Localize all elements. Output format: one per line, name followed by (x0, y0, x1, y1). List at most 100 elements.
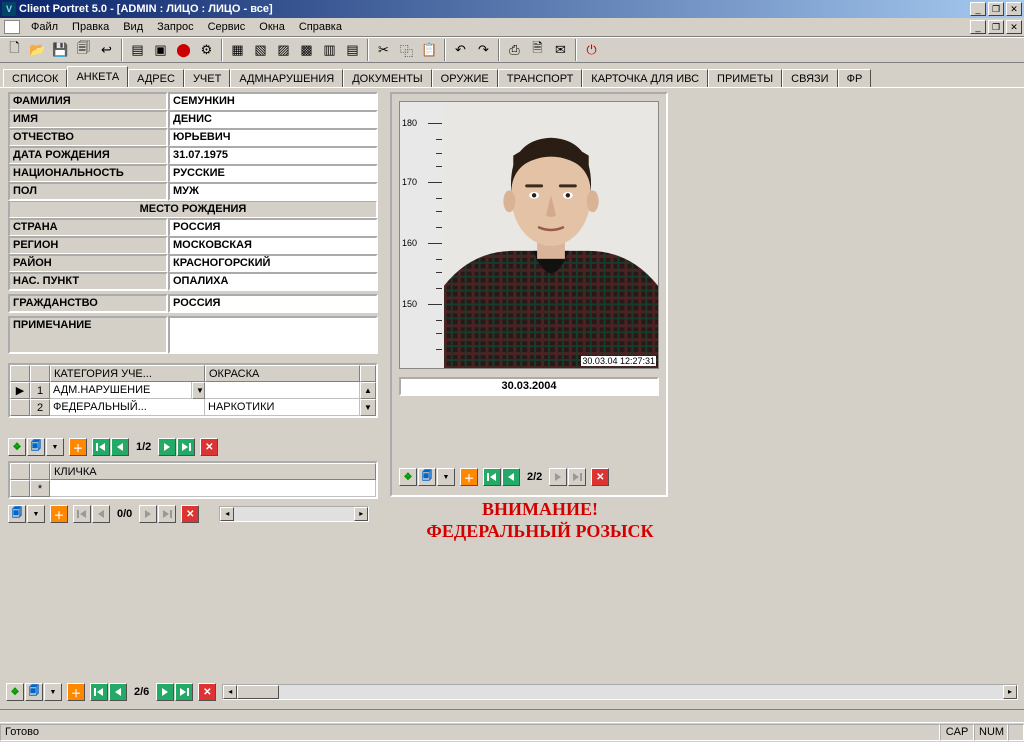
rec-first-icon[interactable] (90, 683, 108, 701)
panel1-icon[interactable]: ▦ (226, 39, 249, 61)
nav2-add-icon[interactable]: ＋ (50, 505, 68, 523)
nav1-next-icon[interactable] (158, 438, 176, 456)
save-icon[interactable]: 💾 (49, 39, 72, 61)
tab-list[interactable]: СПИСОК (3, 69, 67, 88)
grid1-row1-dd[interactable]: ▼ (192, 382, 205, 399)
hscroll-right-icon[interactable]: ▸ (1003, 685, 1017, 699)
nav1-refresh-icon[interactable]: ❖ (8, 438, 26, 456)
tab-marks[interactable]: ПРИМЕТЫ (708, 69, 782, 88)
nav2-dd-icon[interactable]: ▼ (27, 505, 45, 523)
nav1-add-icon[interactable]: ＋ (69, 438, 87, 456)
value-district[interactable]: КРАСНОГОРСКИЙ (168, 254, 378, 273)
panel3-icon[interactable]: ▨ (272, 39, 295, 61)
grid2-row-marker[interactable] (10, 480, 30, 497)
photo-date[interactable]: 30.03.2004 (399, 377, 659, 396)
value-note[interactable] (168, 316, 378, 354)
rec-add-icon[interactable]: ＋ (67, 683, 85, 701)
maximize-button[interactable]: ❐ (988, 2, 1004, 16)
cfg-icon[interactable]: ⚙ (195, 39, 218, 61)
grid2-hscroll[interactable]: ◂ ▸ (219, 506, 369, 522)
rec-last-icon[interactable] (175, 683, 193, 701)
grid-alias[interactable]: КЛИЧКА * (8, 461, 378, 499)
grid2-col1[interactable]: КЛИЧКА (50, 463, 376, 480)
menu-file[interactable]: Файл (24, 19, 65, 35)
print-icon[interactable]: ⎙ (503, 39, 526, 61)
close-button[interactable]: ✕ (1006, 2, 1022, 16)
exit-icon[interactable]: ⏻ (580, 39, 603, 61)
tab-ivs[interactable]: КАРТОЧКА ДЛЯ ИВС (582, 69, 708, 88)
photo-next-icon[interactable] (549, 468, 567, 486)
hscroll-thumb[interactable] (237, 685, 279, 699)
value-citizenship[interactable]: РОССИЯ (168, 294, 378, 313)
nav2-next-icon[interactable] (139, 505, 157, 523)
menu-windows[interactable]: Окна (252, 19, 292, 35)
grid1-row1-c1[interactable]: АДМ.НАРУШЕНИЕ (50, 382, 192, 399)
nav2-last-icon[interactable] (158, 505, 176, 523)
panel6-icon[interactable]: ▤ (341, 39, 364, 61)
nav1-doc-icon[interactable]: 🗐 (27, 438, 45, 456)
tab-address[interactable]: АДРЕС (128, 69, 184, 88)
value-patronymic[interactable]: ЮРЬЕВИЧ (168, 128, 378, 147)
grid1-row2-c1[interactable]: ФЕДЕРАЛЬНЫЙ... (50, 399, 205, 416)
open-icon[interactable]: 📂 (26, 39, 49, 61)
mdi-close-button[interactable]: ✕ (1006, 20, 1022, 34)
tab-weapon[interactable]: ОРУЖИЕ (432, 69, 498, 88)
photo-delete-icon[interactable]: ✕ (591, 468, 609, 486)
value-settlement[interactable]: ОПАЛИХА (168, 272, 378, 291)
rec-refresh-icon[interactable]: ❖ (6, 683, 24, 701)
grid1-scroll-down[interactable]: ▼ (360, 399, 376, 416)
tab-adm[interactable]: АДМНАРУШЕНИЯ (230, 69, 343, 88)
panel5-icon[interactable]: ▥ (318, 39, 341, 61)
copy-icon[interactable]: ⿻ (395, 39, 418, 61)
panel4-icon[interactable]: ▩ (295, 39, 318, 61)
value-name[interactable]: ДЕНИС (168, 110, 378, 129)
grid1-row2-c2[interactable]: НАРКОТИКИ (205, 399, 360, 416)
photo-last-icon[interactable] (568, 468, 586, 486)
nav2-delete-icon[interactable]: ✕ (181, 505, 199, 523)
hscroll-left-icon[interactable]: ◂ (223, 685, 237, 699)
tab-accounting[interactable]: УЧЕТ (184, 69, 230, 88)
menu-query[interactable]: Запрос (150, 19, 200, 35)
tab-docs[interactable]: ДОКУМЕНТЫ (343, 69, 431, 88)
redo-icon[interactable]: ↷ (472, 39, 495, 61)
mail-icon[interactable]: ✉ (549, 39, 572, 61)
value-country[interactable]: РОССИЯ (168, 218, 378, 237)
grid-categories[interactable]: КАТЕГОРИЯ УЧЕ... ОКРАСКА ▶ 1 АДМ.НАРУШЕН… (8, 363, 378, 418)
photo-refresh-icon[interactable]: ❖ (399, 468, 417, 486)
grid1-row1-c2[interactable] (205, 382, 360, 399)
new-icon[interactable]: 🗋 (3, 39, 26, 61)
rec-delete-icon[interactable]: ✕ (198, 683, 216, 701)
preview-icon[interactable]: 🗎 (526, 39, 549, 61)
nav1-first-icon[interactable] (92, 438, 110, 456)
photo-prev-icon[interactable] (502, 468, 520, 486)
value-nationality[interactable]: РУССКИЕ (168, 164, 378, 183)
grid2-row-value[interactable] (50, 480, 376, 497)
tab-transport[interactable]: ТРАНСПОРТ (498, 69, 583, 88)
grid2-hscroll-left[interactable]: ◂ (220, 507, 234, 521)
menu-help[interactable]: Справка (292, 19, 349, 35)
rec-doc-icon[interactable]: 🗐 (25, 683, 43, 701)
nav1-prev-icon[interactable] (111, 438, 129, 456)
nav1-last-icon[interactable] (177, 438, 195, 456)
grid2-hscroll-right[interactable]: ▸ (354, 507, 368, 521)
rec-prev-icon[interactable] (109, 683, 127, 701)
value-sex[interactable]: МУЖ (168, 182, 378, 201)
paste-icon[interactable]: 📋 (418, 39, 441, 61)
undo-icon[interactable]: ↶ (449, 39, 472, 61)
nav1-delete-icon[interactable]: ✕ (200, 438, 218, 456)
cut-icon[interactable]: ✂ (372, 39, 395, 61)
grid1-scroll-up[interactable]: ▲ (360, 382, 376, 399)
prog-icon[interactable]: ▣ (149, 39, 172, 61)
nav2-doc-icon[interactable]: 🗐 (8, 505, 26, 523)
grid1-row2-marker[interactable] (10, 399, 30, 416)
stop-icon[interactable]: ⬤ (172, 39, 195, 61)
panel2-icon[interactable]: ▧ (249, 39, 272, 61)
minimize-button[interactable]: _ (970, 2, 986, 16)
menu-view[interactable]: Вид (116, 19, 150, 35)
revert-icon[interactable]: ↩ (95, 39, 118, 61)
value-surname[interactable]: СЕМУНКИН (168, 92, 378, 111)
grid1-row1-marker[interactable]: ▶ (10, 382, 30, 399)
props-icon[interactable]: ▤ (126, 39, 149, 61)
menu-service[interactable]: Сервис (201, 19, 253, 35)
value-dob[interactable]: 31.07.1975 (168, 146, 378, 165)
